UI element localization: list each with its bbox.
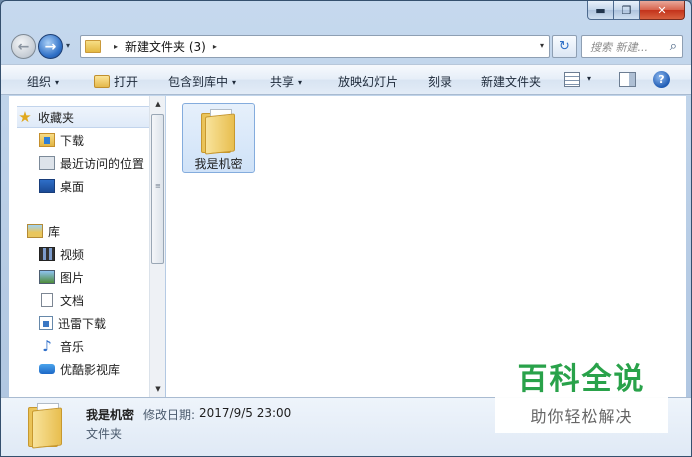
star-icon: ★ xyxy=(18,108,32,126)
nav-item-recent-places[interactable]: 最近访问的位置 xyxy=(39,152,164,174)
nav-item-documents[interactable]: 文档 xyxy=(39,289,164,311)
minimize-icon: ▬ xyxy=(595,3,606,17)
organize-label: 组织 xyxy=(27,75,52,89)
chevron-down-icon: ▾ xyxy=(298,78,303,87)
youku-library-icon xyxy=(39,364,55,374)
music-note-icon: ♪ xyxy=(42,337,52,355)
explorer-window: ▬ ❐ ✕ ← → ▾ ▸ 新建文件夹 (3) ▸ ▾ ↻ 搜索 新建... ⌕… xyxy=(0,0,692,457)
address-row: ← → ▾ ▸ 新建文件夹 (3) ▸ ▾ ↻ 搜索 新建... ⌕ xyxy=(1,31,691,61)
chevron-down-icon: ▾ xyxy=(55,78,60,87)
open-button[interactable]: 打开 xyxy=(94,73,138,90)
document-library-icon xyxy=(41,293,53,307)
file-item-label: 我是机密 xyxy=(194,157,243,171)
nav-libraries-label: 库 xyxy=(48,224,61,239)
close-icon: ✕ xyxy=(657,3,667,17)
nav-item-music[interactable]: ♪ 音乐 xyxy=(39,335,164,357)
preview-pane-icon[interactable] xyxy=(619,72,636,87)
thunder-download-icon xyxy=(39,316,53,330)
view-options-dropdown[interactable]: ▾ xyxy=(587,74,591,83)
recent-pages-dropdown[interactable]: ▾ xyxy=(66,41,70,50)
nav-item-label: 图片 xyxy=(60,270,85,285)
nav-libraries[interactable]: 库 xyxy=(27,220,164,242)
nav-pane-scrollbar[interactable]: ▲ ≡ ▼ xyxy=(149,96,165,397)
nav-item-label: 迅雷下载 xyxy=(58,316,107,331)
nav-item-label: 优酷影视库 xyxy=(60,362,121,377)
nav-item-thunder-downloads[interactable]: 迅雷下载 xyxy=(39,312,164,334)
search-input[interactable]: 搜索 新建... ⌕ xyxy=(581,35,683,58)
scroll-down-arrow-icon[interactable]: ▼ xyxy=(150,381,166,397)
details-modified-label: 修改日期: xyxy=(143,408,196,422)
download-folder-icon xyxy=(39,133,55,147)
picture-library-icon xyxy=(39,270,55,284)
forward-button[interactable]: → xyxy=(38,34,63,59)
nav-item-label: 音乐 xyxy=(60,339,85,354)
breadcrumb-separator-icon[interactable]: ▸ xyxy=(114,42,118,51)
watermark-subtitle: 助你轻松解决 xyxy=(530,407,633,426)
chevron-down-icon: ▾ xyxy=(232,78,237,87)
nav-item-label: 桌面 xyxy=(60,179,85,194)
nav-item-label: 下载 xyxy=(60,133,85,148)
navigation-pane: ★ 收藏夹 下载 最近访问的位置 桌面 库 视频 图片 文档 迅雷下载 ♪ 音乐… xyxy=(9,96,165,397)
nav-item-label: 视频 xyxy=(60,247,85,262)
include-in-library-button[interactable]: 包含到库中 ▾ xyxy=(168,73,236,90)
scroll-thumb[interactable]: ≡ xyxy=(151,114,164,264)
forward-arrow-icon: → xyxy=(44,38,57,55)
address-history-dropdown[interactable]: ▾ xyxy=(540,41,544,50)
details-type: 文件夹 xyxy=(86,427,123,441)
libraries-icon xyxy=(27,224,43,238)
open-label: 打开 xyxy=(114,75,139,89)
details-modified-value: 2017/9/5 23:00 xyxy=(199,406,292,420)
details-name: 我是机密 xyxy=(86,408,135,422)
nav-item-videos[interactable]: 视频 xyxy=(39,243,164,265)
share-button[interactable]: 共享 ▾ xyxy=(270,73,302,90)
back-arrow-icon: ← xyxy=(17,38,30,55)
video-library-icon xyxy=(39,247,55,261)
search-icon[interactable]: ⌕ xyxy=(670,39,677,54)
breadcrumb-current-folder[interactable]: 新建文件夹 (3) xyxy=(125,38,206,55)
burn-button[interactable]: 刻录 xyxy=(428,73,452,90)
grip-icon: ≡ xyxy=(155,182,161,190)
organize-button[interactable]: 组织 ▾ xyxy=(27,73,59,90)
share-label: 共享 xyxy=(270,75,295,89)
window-controls: ▬ ❐ ✕ xyxy=(587,1,685,20)
watermark-logo: 百科全说 助你轻松解决 xyxy=(495,349,668,433)
nav-item-desktop[interactable]: 桌面 xyxy=(39,175,164,197)
minimize-button[interactable]: ▬ xyxy=(587,1,614,20)
folder-icon xyxy=(85,40,101,53)
file-item-folder[interactable]: 我是机密 xyxy=(182,103,255,173)
include-in-library-label: 包含到库中 xyxy=(168,75,229,89)
title-bar[interactable]: ▬ ❐ ✕ xyxy=(1,1,691,29)
maximize-icon: ❐ xyxy=(621,3,632,17)
nav-favorites-label: 收藏夹 xyxy=(38,110,75,125)
change-view-icon[interactable] xyxy=(564,72,580,87)
back-button[interactable]: ← xyxy=(11,34,36,59)
maximize-button[interactable]: ❐ xyxy=(614,1,640,20)
nav-favorites[interactable]: ★ 收藏夹 xyxy=(17,106,149,128)
nav-item-downloads[interactable]: 下载 xyxy=(39,129,164,151)
address-bar[interactable]: ▸ 新建文件夹 (3) ▸ ▾ xyxy=(80,35,550,58)
desktop-icon xyxy=(39,179,55,193)
recent-places-icon xyxy=(39,156,55,170)
refresh-button[interactable]: ↻ xyxy=(552,35,577,58)
nav-item-label: 最近访问的位置 xyxy=(60,156,145,171)
breadcrumb-separator-icon[interactable]: ▸ xyxy=(213,42,217,51)
help-icon[interactable]: ? xyxy=(653,71,670,88)
command-bar: 组织 ▾ 打开 包含到库中 ▾ 共享 ▾ 放映幻灯片 刻录 新建文件夹 ▾ ? xyxy=(1,64,691,95)
folder-icon xyxy=(201,109,237,155)
close-button[interactable]: ✕ xyxy=(640,1,685,20)
open-folder-icon xyxy=(94,75,110,88)
new-folder-button[interactable]: 新建文件夹 xyxy=(481,73,541,90)
nav-item-pictures[interactable]: 图片 xyxy=(39,266,164,288)
folder-icon xyxy=(28,403,66,449)
nav-item-youku-library[interactable]: 优酷影视库 xyxy=(39,358,164,380)
refresh-icon: ↻ xyxy=(559,39,570,54)
nav-item-label: 文档 xyxy=(60,293,85,308)
search-placeholder: 搜索 新建... xyxy=(590,40,648,54)
scroll-up-arrow-icon[interactable]: ▲ xyxy=(150,96,166,112)
slideshow-button[interactable]: 放映幻灯片 xyxy=(338,73,398,90)
watermark-title: 百科全说 xyxy=(517,362,646,397)
